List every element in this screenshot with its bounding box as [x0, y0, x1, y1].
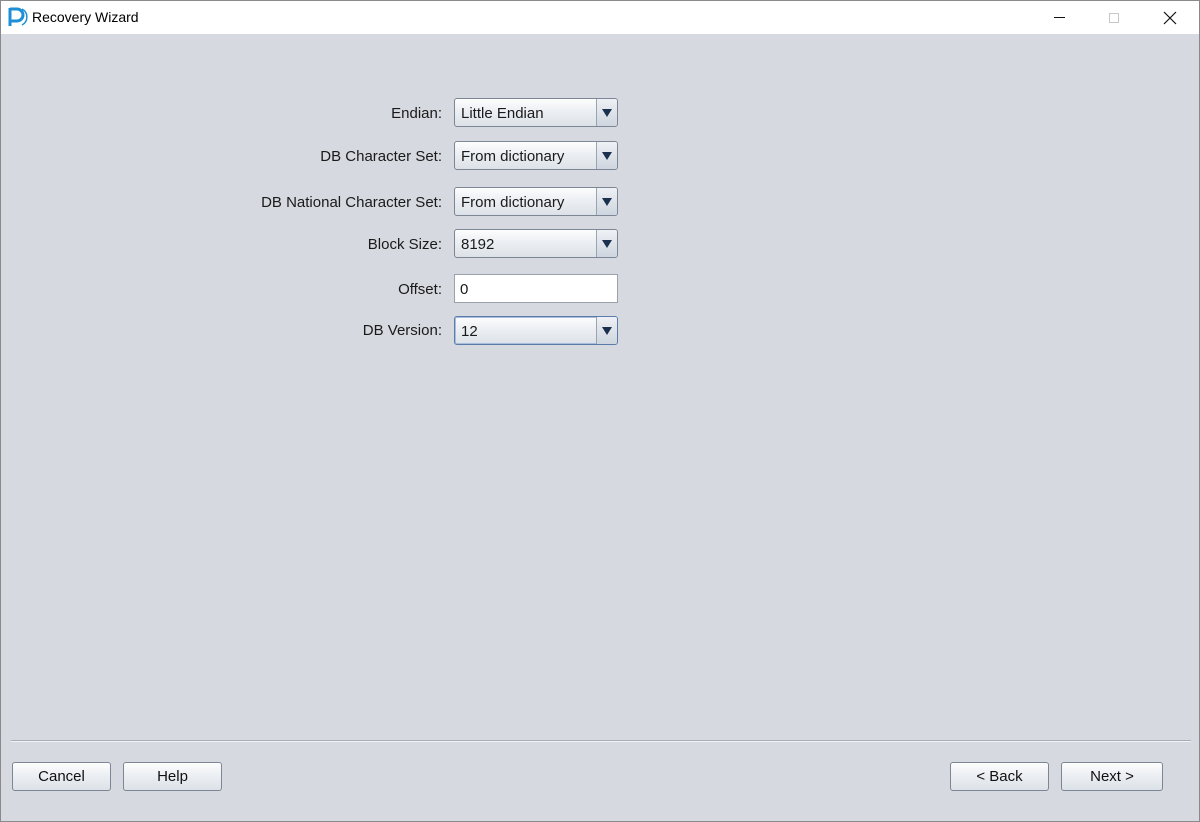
offset-input[interactable]: 0	[454, 274, 618, 303]
db-version-value: 12	[461, 323, 478, 340]
db-charset-value: From dictionary	[461, 148, 565, 165]
cancel-button[interactable]: Cancel	[12, 762, 111, 791]
help-button[interactable]: Help	[123, 762, 222, 791]
p-logo-icon	[8, 7, 28, 26]
db-national-charset-label: DB National Character Set:	[261, 194, 442, 211]
minimize-icon	[1053, 17, 1065, 18]
offset-label: Offset:	[398, 281, 442, 298]
dropdown-arrow-icon[interactable]	[596, 317, 617, 344]
endian-label: Endian:	[391, 105, 442, 122]
minimize-button[interactable]	[1036, 1, 1082, 34]
next-button[interactable]: Next >	[1061, 762, 1163, 791]
block-size-value: 8192	[461, 236, 495, 253]
db-version-select[interactable]: 12	[454, 316, 618, 345]
dropdown-arrow-icon[interactable]	[596, 142, 617, 169]
db-charset-select[interactable]: From dictionary	[454, 141, 618, 170]
close-icon	[1163, 11, 1177, 24]
offset-value: 0	[460, 281, 469, 298]
dropdown-arrow-icon[interactable]	[596, 188, 617, 215]
block-size-select[interactable]: 8192	[454, 229, 618, 258]
endian-select[interactable]: Little Endian	[454, 98, 618, 127]
db-national-charset-select[interactable]: From dictionary	[454, 187, 618, 216]
maximize-icon	[1109, 12, 1119, 23]
maximize-button[interactable]	[1091, 1, 1137, 34]
title-bar[interactable]: Recovery Wizard	[1, 1, 1199, 34]
block-size-label: Block Size:	[367, 236, 442, 253]
dropdown-arrow-icon[interactable]	[596, 99, 617, 126]
db-version-label: DB Version:	[362, 322, 442, 339]
footer-separator	[11, 740, 1191, 742]
db-charset-label: DB Character Set:	[320, 148, 442, 165]
recovery-wizard-window: Recovery Wizard Endian: Little Endian DB…	[0, 0, 1200, 822]
window-title: Recovery Wizard	[32, 9, 139, 25]
endian-value: Little Endian	[461, 105, 544, 122]
back-button[interactable]: < Back	[950, 762, 1049, 791]
db-national-charset-value: From dictionary	[461, 194, 565, 211]
close-button[interactable]	[1147, 1, 1193, 34]
dropdown-arrow-icon[interactable]	[596, 230, 617, 257]
